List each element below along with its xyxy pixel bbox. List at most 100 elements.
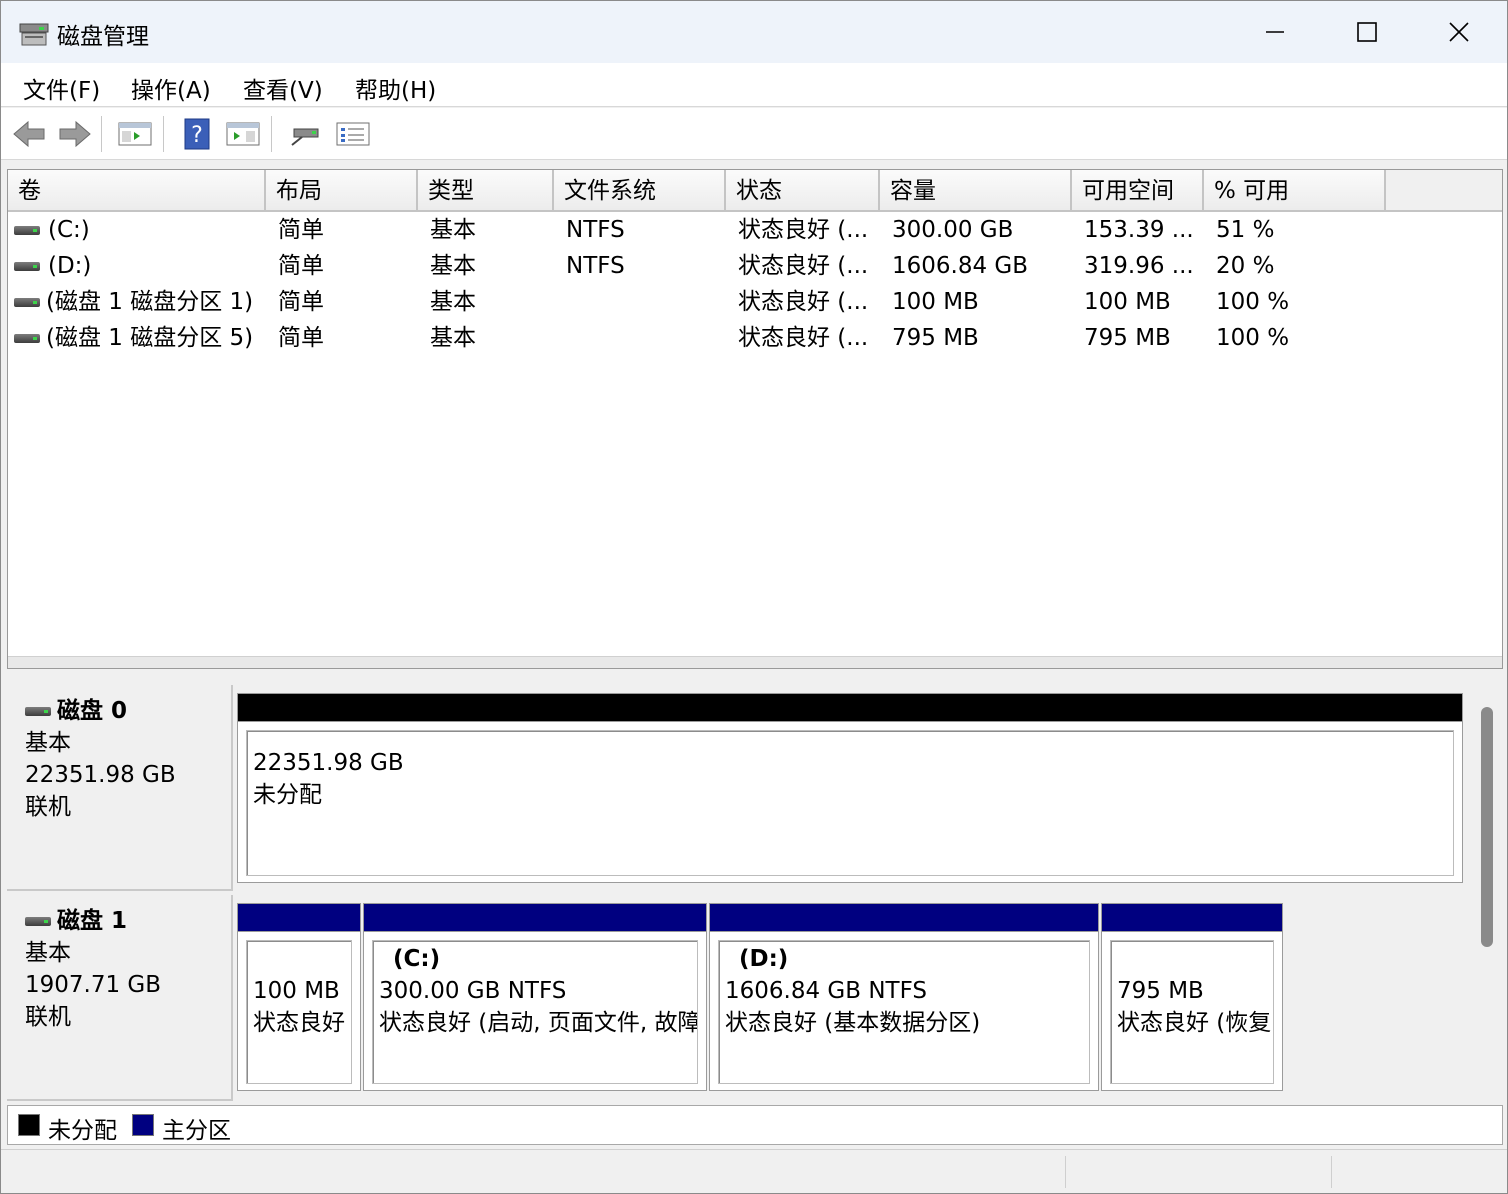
close-icon: [1449, 22, 1469, 42]
back-arrow-icon: [13, 120, 45, 148]
scrollbar-thumb[interactable]: [1481, 707, 1493, 947]
properties-button[interactable]: [335, 116, 371, 152]
forward-arrow-icon: [59, 120, 91, 148]
disk-name: 磁盘 0: [57, 698, 128, 724]
volume-type: 基本: [430, 217, 476, 243]
partition-body: 795 MB 状态良好 (恢复: [1110, 940, 1274, 1084]
partition-body: (D:) 1606.84 GB NTFS 状态良好 (基本数据分区): [718, 940, 1090, 1084]
partition-color-bar: [710, 904, 1098, 932]
partition-disk1-part1[interactable]: 100 MB 状态良好: [237, 903, 361, 1091]
show-action-pane-icon: [226, 122, 260, 146]
volume-type: 基本: [430, 253, 476, 279]
volume-free-space: 319.96 ...: [1084, 253, 1194, 279]
legend-swatch-unallocated: [18, 1114, 40, 1136]
disk-type: 基本: [25, 730, 71, 756]
partition-recovery[interactable]: 795 MB 状态良好 (恢复: [1101, 903, 1283, 1091]
volume-layout: 简单: [278, 253, 324, 279]
action-pane-button[interactable]: [225, 116, 261, 152]
graphical-view-scrollbar[interactable]: [1475, 681, 1497, 1101]
partition-size: 795 MB: [1117, 978, 1204, 1004]
volume-filesystem: NTFS: [566, 253, 625, 279]
legend-label-primary: 主分区: [162, 1118, 231, 1144]
volume-name: (C:): [48, 217, 90, 243]
volume-type: 基本: [430, 325, 476, 351]
legend: 未分配 主分区: [7, 1105, 1503, 1145]
legend-swatch-primary: [132, 1114, 154, 1136]
minimize-icon: [1266, 31, 1284, 33]
disk-size: 1907.71 GB: [25, 972, 162, 998]
column-header-percent-free[interactable]: % 可用: [1204, 170, 1386, 210]
table-row[interactable]: (磁盘 1 磁盘分区 5) 简单 基本 状态良好 (... 795 MB 795…: [8, 320, 1502, 356]
partition-d[interactable]: (D:) 1606.84 GB NTFS 状态良好 (基本数据分区): [709, 903, 1099, 1091]
partition-body: 100 MB 状态良好: [246, 940, 352, 1084]
volume-capacity: 1606.84 GB: [892, 253, 1029, 279]
volume-capacity: 795 MB: [892, 325, 979, 351]
back-button[interactable]: [11, 116, 47, 152]
volume-list: 卷 布局 类型 文件系统 状态 容量 可用空间 % 可用 (C:) 简单 基本 …: [7, 169, 1503, 669]
disk-0-label[interactable]: 磁盘 0 基本 22351.98 GB 联机: [7, 685, 233, 891]
partition-status: 状态良好 (启动, 页面文件, 故障: [379, 1010, 698, 1036]
drive-icon: [14, 298, 40, 307]
menu-file[interactable]: 文件(F): [23, 71, 100, 105]
partition-letter: (D:): [739, 946, 789, 972]
column-header-capacity[interactable]: 容量: [880, 170, 1072, 210]
partition-body: (C:) 300.00 GB NTFS 状态良好 (启动, 页面文件, 故障: [372, 940, 698, 1084]
partition-letter: (C:): [393, 946, 441, 972]
volume-type: 基本: [430, 289, 476, 315]
volume-free-space: 795 MB: [1084, 325, 1171, 351]
maximize-button[interactable]: [1321, 1, 1413, 63]
partition-status: 状态良好 (恢复: [1117, 1010, 1272, 1036]
disk-1-label[interactable]: 磁盘 1 基本 1907.71 GB 联机: [7, 895, 233, 1101]
menu-view[interactable]: 查看(V): [243, 71, 323, 105]
disk-management-icon: [19, 23, 49, 46]
volume-name: (D:): [48, 253, 92, 279]
minimize-button[interactable]: [1229, 1, 1321, 63]
partition-color-bar: [364, 904, 706, 932]
partition-size: 100 MB: [253, 978, 340, 1004]
column-header-status[interactable]: 状态: [726, 170, 880, 210]
volume-layout: 简单: [278, 289, 324, 315]
column-header-volume[interactable]: 卷: [8, 170, 266, 210]
table-row[interactable]: (D:) 简单 基本 NTFS 状态良好 (... 1606.84 GB 319…: [8, 248, 1502, 284]
partition-status: 状态良好 (基本数据分区): [725, 1010, 981, 1036]
list-horizontal-scrollbar[interactable]: [8, 656, 1502, 668]
help-button[interactable]: ?: [179, 116, 215, 152]
title-bar: 磁盘管理: [1, 1, 1507, 63]
partition-size: 22351.98 GB: [253, 750, 404, 776]
table-row[interactable]: (C:) 简单 基本 NTFS 状态良好 (... 300.00 GB 153.…: [8, 212, 1502, 248]
maximize-icon: [1357, 22, 1377, 42]
help-icon: ?: [184, 118, 210, 150]
partition-unallocated[interactable]: 22351.98 GB 未分配: [237, 693, 1463, 883]
close-button[interactable]: [1413, 1, 1505, 63]
volume-free-space: 100 MB: [1084, 289, 1171, 315]
volume-capacity: 100 MB: [892, 289, 979, 315]
console-tree-button[interactable]: [117, 116, 153, 152]
menu-help[interactable]: 帮助(H): [355, 71, 436, 105]
volume-free-space: 153.39 ...: [1084, 217, 1194, 243]
partition-color-bar: [238, 694, 1462, 722]
column-header-filesystem[interactable]: 文件系统: [554, 170, 726, 210]
menu-bar: 文件(F) 操作(A) 查看(V) 帮助(H): [1, 63, 1507, 107]
volume-percent-free: 100 %: [1216, 289, 1290, 315]
column-header-layout[interactable]: 布局: [266, 170, 418, 210]
volume-name: (磁盘 1 磁盘分区 5): [46, 325, 254, 351]
disk-icon: [25, 706, 51, 716]
drive-icon: [14, 262, 40, 271]
volume-status: 状态良好 (...: [738, 289, 869, 315]
column-header-free-space[interactable]: 可用空间: [1072, 170, 1204, 210]
partition-c[interactable]: (C:) 300.00 GB NTFS 状态良好 (启动, 页面文件, 故障: [363, 903, 707, 1091]
disk-management-window: 磁盘管理 文件(F) 操作(A) 查看(V) 帮助(H) ? 卷 布局 类型 文…: [0, 0, 1508, 1194]
column-header-type[interactable]: 类型: [418, 170, 554, 210]
connect-button[interactable]: [287, 116, 323, 152]
volume-status: 状态良好 (...: [738, 325, 869, 351]
table-row[interactable]: (磁盘 1 磁盘分区 1) 简单 基本 状态良好 (... 100 MB 100…: [8, 284, 1502, 320]
forward-button[interactable]: [57, 116, 93, 152]
disk-graphical-view: 磁盘 0 基本 22351.98 GB 联机 22351.98 GB 未分配 磁…: [7, 681, 1503, 1101]
menu-action[interactable]: 操作(A): [131, 71, 211, 105]
volume-capacity: 300.00 GB: [892, 217, 1014, 243]
volume-layout: 简单: [278, 325, 324, 351]
disk-size: 22351.98 GB: [25, 762, 176, 788]
partition-color-bar: [238, 904, 360, 932]
partition-body: 22351.98 GB 未分配: [246, 730, 1454, 876]
connect-drive-icon: [291, 128, 319, 146]
